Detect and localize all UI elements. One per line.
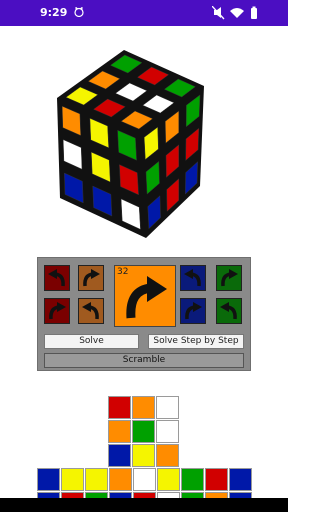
net-band-sticker [205,468,228,491]
rotate-counter-clockwise-icon [184,269,201,287]
orange-clockwise-button[interactable] [78,265,104,291]
red-clockwise-button[interactable] [44,298,70,324]
cat-icon [74,7,84,17]
net-top-sticker [156,420,179,443]
navigation-bar [0,498,288,512]
rotate-counter-clockwise-icon [48,269,65,287]
rotate-clockwise-icon [49,302,66,320]
net-band-sticker [61,468,84,491]
rotate-counter-clockwise-icon [220,302,237,320]
status-time: 9:29 [40,6,68,19]
net-band-sticker [229,468,252,491]
net-band-sticker [133,468,156,491]
blue-clockwise-button[interactable] [180,298,206,324]
net-band-sticker [109,468,132,491]
net-top-sticker [132,396,155,419]
net-top-sticker [108,396,131,419]
net-top-sticker [108,444,131,467]
status-icons [212,6,257,20]
net-top-sticker [156,444,179,467]
red-counter-clockwise-button[interactable] [44,265,70,291]
battery-icon [251,6,257,19]
net-band-sticker [181,468,204,491]
app-screen: 9:29 32 Solve Solve Step by Step Scrambl… [0,0,288,512]
net-top-sticker [108,420,131,443]
status-bar: 9:29 [0,0,288,26]
rotate-clockwise-icon [185,302,202,320]
blue-counter-clockwise-button[interactable] [180,265,206,291]
cube-net-view [0,395,288,512]
rotate-clockwise-icon [83,269,100,287]
wifi-icon [230,8,244,18]
control-panel: 32 Solve Solve Step by Step Scramble [37,257,251,371]
scramble-button[interactable]: Scramble [44,353,244,368]
solve-button[interactable]: Solve [44,334,139,349]
mute-icon [212,6,225,20]
rotate-clockwise-icon [126,276,167,319]
rotate-counter-clockwise-icon [82,302,99,320]
net-band-sticker [85,468,108,491]
net-top-sticker [132,420,155,443]
green-clockwise-button[interactable] [216,265,242,291]
rotate-cube-button[interactable]: 32 [114,265,176,327]
rubiks-cube-3d[interactable] [0,26,288,256]
rotate-clockwise-icon [221,269,238,287]
net-top-sticker [156,396,179,419]
net-band-sticker [157,468,180,491]
net-band-sticker [37,468,60,491]
orange-counter-clockwise-button[interactable] [78,298,104,324]
green-counter-clockwise-button[interactable] [216,298,242,324]
net-top-sticker [132,444,155,467]
cube-3d-view[interactable] [0,26,288,256]
solve-step-by-step-button[interactable]: Solve Step by Step [148,334,244,349]
